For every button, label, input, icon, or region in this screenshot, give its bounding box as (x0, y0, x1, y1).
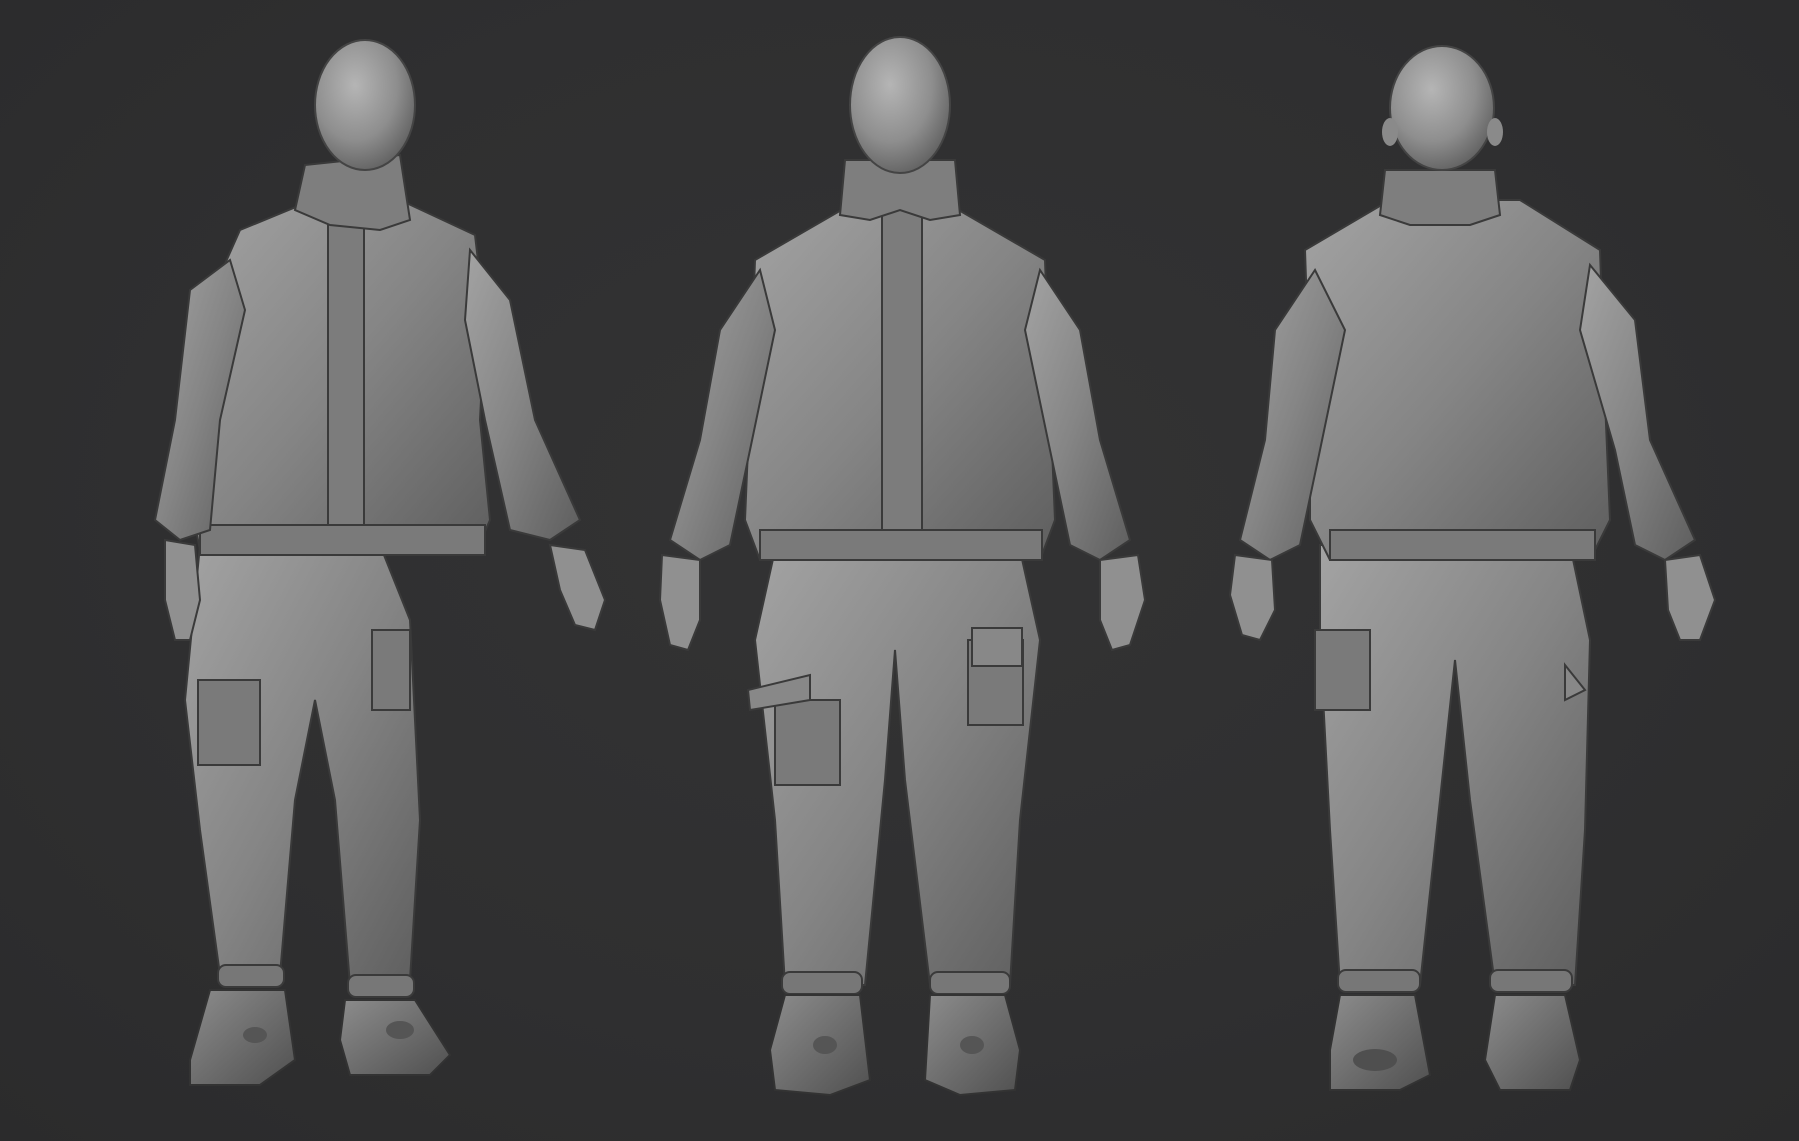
sculpt-figure-three-quarter-icon (153, 39, 607, 1086)
hand-right (1099, 553, 1147, 652)
cargo-pocket-left (197, 679, 261, 766)
hand-left (1228, 553, 1277, 642)
pants (1319, 544, 1592, 986)
jacket-hem (1329, 529, 1596, 561)
cargo-pocket-right (371, 629, 411, 711)
jacket-hem (759, 529, 1043, 561)
hand-left (164, 538, 202, 641)
figure-front-view (600, 0, 1200, 1141)
sculpt-figure-back-icon (1228, 45, 1717, 1091)
sculpt-turnaround-canvas (0, 0, 1799, 1141)
cargo-pocket-left (1314, 629, 1371, 711)
shoe-left (189, 989, 297, 1086)
head (314, 39, 416, 171)
jacket (1303, 199, 1612, 561)
hand-right (1663, 553, 1717, 641)
jacket-zip-placket (881, 209, 923, 551)
figure-back-view (1180, 0, 1740, 1141)
pocket-flap-right (971, 627, 1023, 667)
hand-left (658, 553, 701, 652)
jacket-zip-placket (327, 204, 365, 551)
sculpt-figure-front-icon (658, 36, 1147, 1097)
head (849, 36, 951, 174)
shoe-right (1483, 994, 1582, 1091)
figure-three-quarter-view (80, 0, 620, 1141)
cargo-pocket-left (774, 699, 841, 786)
jacket-hem (199, 524, 486, 556)
head (1389, 45, 1495, 171)
shoe-left (1329, 994, 1432, 1091)
hand-right (548, 543, 607, 632)
collar (1378, 169, 1502, 226)
